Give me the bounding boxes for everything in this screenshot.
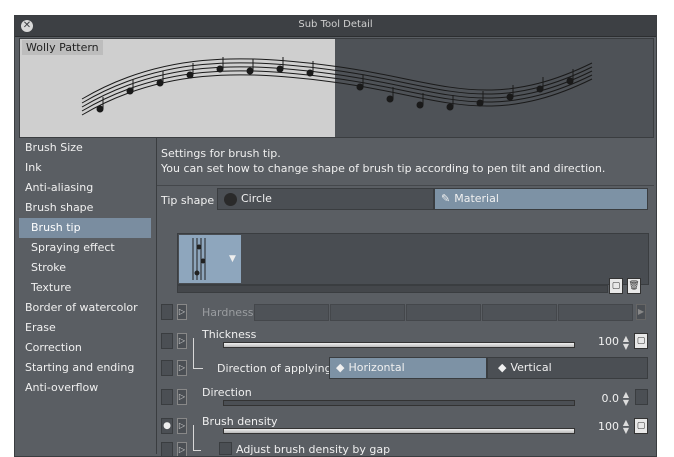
- sidebar-item-stroke[interactable]: Stroke: [19, 258, 154, 278]
- hardness-expand-icon[interactable]: ▷: [177, 304, 187, 320]
- brush-density-slider[interactable]: [223, 428, 575, 434]
- settings-panel: Settings for brush tip. You can set how …: [156, 138, 654, 456]
- preview-label: Wolly Pattern: [22, 40, 103, 55]
- tip-shape-circle-option[interactable]: Circle: [217, 188, 434, 210]
- thickness-value[interactable]: 100: [577, 335, 619, 348]
- horizontal-arrows-icon: ◆: [336, 361, 345, 374]
- material-option-label: Material: [454, 192, 499, 205]
- tip-shape-material-option[interactable]: ✎ Material: [434, 188, 648, 210]
- hardness-cell: [330, 304, 405, 321]
- thickness-label: Thickness: [202, 328, 257, 341]
- brush-density-expand-icon[interactable]: ▷: [177, 418, 187, 434]
- tree-connector: [193, 425, 194, 451]
- brush-stroke-preview: [81, 57, 593, 116]
- material-icon: ✎: [441, 192, 451, 205]
- sidebar-item-correction[interactable]: Correction: [19, 338, 154, 358]
- sidebar-item-brush-tip[interactable]: Brush tip: [19, 218, 151, 238]
- description-line-1: Settings for brush tip.: [161, 147, 281, 160]
- tip-material-list[interactable]: ▼: [177, 233, 649, 285]
- settings-description: Settings for brush tip. You can set how …: [161, 146, 605, 176]
- hardness-checkbox[interactable]: [161, 304, 173, 320]
- brush-density-label: Brush density: [202, 415, 278, 428]
- hardness-cell: [558, 304, 633, 321]
- music-notes-tip-icon: ▼: [192, 238, 236, 280]
- direction-pressure-button[interactable]: [635, 389, 648, 405]
- brush-preview: Wolly Pattern: [19, 38, 654, 138]
- brush-density-value[interactable]: 100: [577, 420, 619, 433]
- thickness-spinner-icon[interactable]: ▲ ▼: [621, 335, 631, 351]
- trash-icon[interactable]: 🗑: [627, 278, 641, 294]
- hardness-label: Hardness: [202, 306, 254, 319]
- description-line-2: You can set how to change shape of brush…: [161, 162, 606, 175]
- direction-spinner-icon[interactable]: ▲ ▼: [621, 391, 631, 407]
- hardness-cell: [482, 304, 557, 321]
- eye-icon[interactable]: ●: [161, 418, 173, 434]
- brush-density-pressure-button[interactable]: ▢: [634, 418, 648, 434]
- sub-tool-detail-window: ✕ Sub Tool Detail Wolly Pattern Brush Si…: [14, 15, 657, 457]
- tree-connector: [193, 368, 203, 369]
- sidebar-item-ink[interactable]: Ink: [19, 158, 154, 178]
- sidebar-item-starting-and-ending[interactable]: Starting and ending: [19, 358, 154, 378]
- svg-text:▼: ▼: [229, 254, 236, 264]
- tip-material-thumbnail[interactable]: ▼: [179, 235, 241, 283]
- add-material-icon[interactable]: ▢: [609, 278, 623, 294]
- thickness-pressure-button[interactable]: ▢: [634, 333, 648, 349]
- thickness-slider[interactable]: [223, 342, 575, 348]
- adjust-density-expand-icon[interactable]: ▷: [177, 442, 187, 456]
- thickness-checkbox[interactable]: [161, 333, 173, 349]
- brush-density-spinner-icon[interactable]: ▲ ▼: [621, 419, 631, 435]
- sidebar-item-brush-size[interactable]: Brush Size: [19, 138, 154, 158]
- sidebar-item-erase[interactable]: Erase: [19, 318, 154, 338]
- hardness-cell: [406, 304, 481, 321]
- direction-checkbox[interactable]: [161, 389, 173, 405]
- tree-connector: [193, 450, 201, 451]
- window-title: Sub Tool Detail: [298, 19, 373, 30]
- direction-value[interactable]: 0.0: [577, 392, 620, 405]
- tip-shape-label: Tip shape: [161, 194, 215, 207]
- direction-of-applying-label: Direction of applying: [217, 362, 332, 375]
- sidebar-item-anti-aliasing[interactable]: Anti-aliasing: [19, 178, 154, 198]
- thickness-expand-icon[interactable]: ▷: [177, 333, 187, 349]
- hardness-cell: [254, 304, 329, 321]
- direction-of-applying-expand-icon[interactable]: ▷: [177, 360, 187, 376]
- adjust-density-label: Adjust brush density by gap: [236, 443, 391, 456]
- direction-vertical-option[interactable]: ◆ Vertical: [487, 357, 648, 379]
- adjust-density-checkbox[interactable]: [219, 442, 232, 455]
- tree-connector: [193, 338, 194, 368]
- adjust-density-row-checkbox[interactable]: [161, 442, 173, 456]
- sidebar-item-anti-overflow[interactable]: Anti-overflow: [19, 378, 154, 398]
- vertical-option-label: Vertical: [510, 361, 552, 374]
- title-bar: ✕ Sub Tool Detail: [15, 16, 656, 37]
- direction-label: Direction: [202, 386, 252, 399]
- divider: [157, 185, 654, 186]
- sidebar-item-spraying-effect[interactable]: Spraying effect: [19, 238, 154, 258]
- direction-horizontal-option[interactable]: ◆ Horizontal: [329, 357, 487, 379]
- direction-slider[interactable]: [223, 400, 575, 406]
- sidebar-item-border-of-watercolor[interactable]: Border of watercolor: [19, 298, 154, 318]
- circle-option-label: Circle: [241, 192, 272, 205]
- hardness-right-arrow-icon[interactable]: ▶: [636, 304, 646, 320]
- horizontal-option-label: Horizontal: [348, 361, 405, 374]
- direction-of-applying-checkbox[interactable]: [161, 360, 173, 376]
- sidebar-item-texture[interactable]: Texture: [19, 278, 154, 298]
- sidebar-item-brush-shape[interactable]: Brush shape: [19, 198, 154, 218]
- tip-list-scrollbar[interactable]: [177, 285, 608, 293]
- circle-icon: [224, 192, 237, 206]
- category-list: Brush Size Ink Anti-aliasing Brush shape…: [19, 138, 154, 454]
- vertical-arrows-icon: ◆: [498, 361, 507, 374]
- direction-expand-icon[interactable]: ▷: [177, 389, 187, 405]
